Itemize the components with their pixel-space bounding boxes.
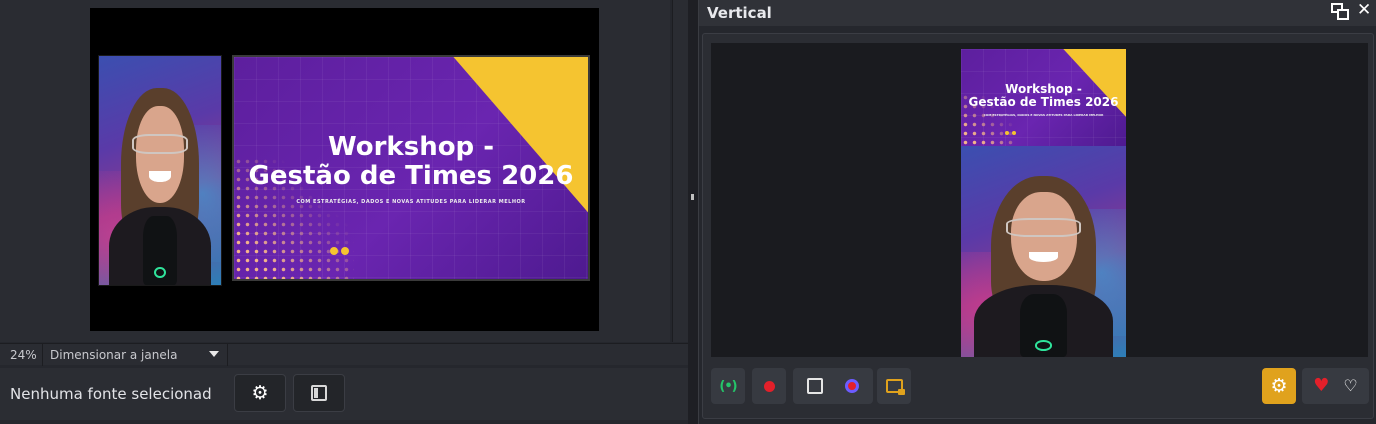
- studio-mode-icon[interactable]: [807, 378, 823, 394]
- vertical-scrollbar[interactable]: [672, 0, 688, 342]
- gear-icon: ⚙: [1270, 374, 1288, 397]
- screen-capture-icon: [885, 379, 905, 395]
- support-button-group: ♥ ♡: [1302, 368, 1369, 404]
- program-preview[interactable]: Workshop - Gestão de Times 2026 COM ESTR…: [0, 0, 670, 342]
- vertical-preview[interactable]: Workshop - Gestão de Times 2026 COM ESTR…: [711, 43, 1368, 357]
- stream-button[interactable]: (•): [711, 368, 745, 404]
- slide-title: Workshop - Gestão de Times 2026: [248, 132, 574, 192]
- vertical-panel: Vertical ✕ Workshop - Gestão de Times 20…: [698, 0, 1376, 424]
- heart-icon[interactable]: ♥: [1313, 377, 1329, 395]
- popout-icon[interactable]: [1331, 3, 1350, 22]
- vertical-settings-button[interactable]: ⚙: [1262, 368, 1296, 404]
- vertical-webcam-source[interactable]: [961, 146, 1126, 357]
- vertical-canvas[interactable]: Workshop - Gestão de Times 2026 COM ESTR…: [961, 49, 1126, 357]
- source-settings-button[interactable]: ⚙: [234, 374, 286, 412]
- record-icon: [763, 380, 775, 392]
- panel-splitter[interactable]: [688, 0, 698, 424]
- zoom-mode-select[interactable]: Dimensionar a janela: [50, 348, 177, 362]
- splitter-handle[interactable]: [691, 194, 694, 200]
- slide-source[interactable]: Workshop - Gestão de Times 2026 COM ESTR…: [232, 55, 590, 281]
- close-icon[interactable]: ✕: [1357, 2, 1371, 19]
- source-toolbar: Nenhuma fonte selecionad ⚙: [0, 368, 688, 420]
- panel-icon: [311, 385, 327, 401]
- vertical-slide-title: Workshop - Gestão de Times 2026: [968, 82, 1119, 110]
- vertical-slide-source[interactable]: Workshop - Gestão de Times 2026 COM ESTR…: [961, 49, 1126, 146]
- record-button[interactable]: [752, 368, 786, 404]
- preview-canvas[interactable]: Workshop - Gestão de Times 2026 COM ESTR…: [90, 8, 599, 331]
- vertical-body: Workshop - Gestão de Times 2026 COM ESTR…: [702, 33, 1374, 419]
- vertical-header: Vertical ✕: [699, 0, 1376, 26]
- vertical-slide-subtitle: COM ESTRATÉGIAS, DADOS E NOVAS ATITUDES …: [983, 113, 1104, 117]
- slide-subtitle: COM ESTRATÉGIAS, DADOS E NOVAS ATITUDES …: [296, 199, 526, 205]
- zoom-percent: 24%: [10, 348, 37, 362]
- main-preview-panel: Workshop - Gestão de Times 2026 COM ESTR…: [0, 0, 688, 424]
- screen-capture-button[interactable]: [877, 368, 911, 404]
- mode-button-group: [793, 368, 873, 404]
- stream-icon: (•): [719, 378, 737, 394]
- slide-decoration: [1005, 131, 1016, 135]
- panel-title: Vertical: [707, 4, 772, 22]
- webcam-source[interactable]: [98, 55, 222, 286]
- zoom-bar: 24% Dimensionar a janela: [0, 343, 688, 366]
- chevron-down-icon[interactable]: [209, 351, 219, 357]
- gear-icon: ⚙: [251, 381, 269, 404]
- source-panel-button[interactable]: [293, 374, 345, 412]
- heart-outline-icon[interactable]: ♡: [1343, 378, 1357, 394]
- virtual-camera-icon[interactable]: [845, 379, 859, 393]
- slide-decoration: [330, 247, 349, 255]
- source-status: Nenhuma fonte selecionad: [10, 385, 212, 403]
